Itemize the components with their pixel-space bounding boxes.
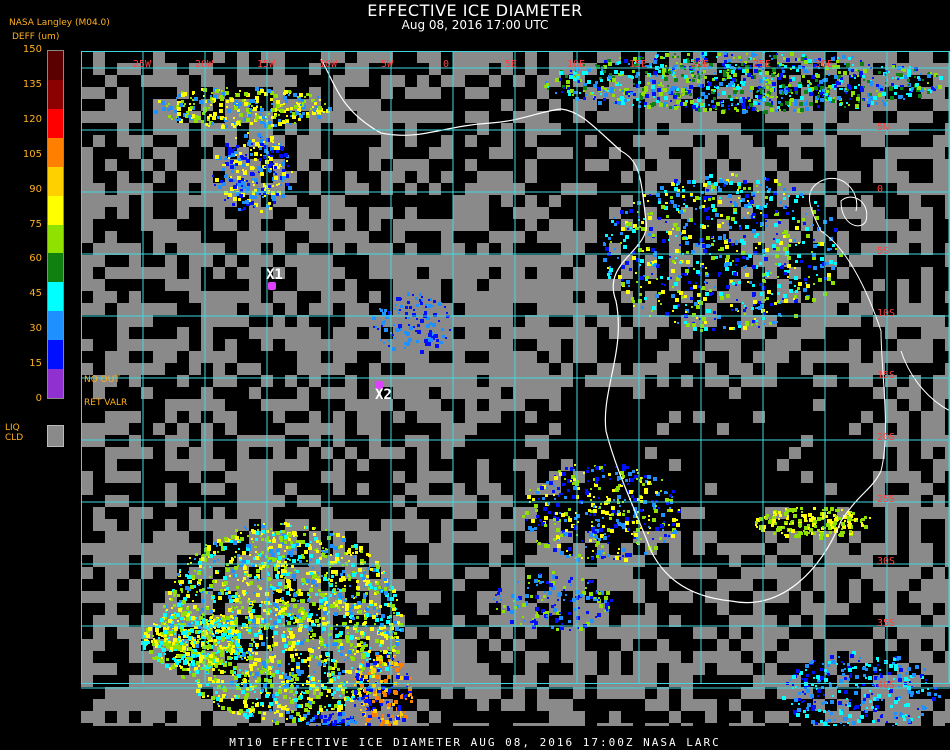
latitude-label: 10S [877, 308, 896, 319]
color-bar-tick: 15 [29, 358, 42, 370]
longitude-label: 15W [257, 59, 276, 70]
longitude-label: 30E [815, 59, 834, 70]
latitude-label: 5N [877, 122, 890, 133]
color-bar-tick: 135 [22, 78, 42, 90]
latitude-label: 35S [877, 618, 896, 629]
units-label: DEFF (um) [12, 32, 60, 42]
liq-label: LIQ [5, 423, 20, 433]
color-bar [47, 50, 64, 399]
chart-subtitle: Aug 08, 2016 17:00 UTC [401, 18, 549, 32]
color-bar-segment [48, 340, 63, 370]
color-bar-segment [48, 253, 63, 283]
color-bar-tick: 75 [29, 218, 42, 230]
latitude-label: 25S [877, 494, 896, 505]
color-bar-segment [48, 282, 63, 312]
longitude-label: 10E [567, 59, 586, 70]
footer-caption: MT10 EFFECTIVE ICE DIAMETER AUG 08, 2016… [229, 736, 721, 749]
color-bar-tick: 120 [22, 113, 42, 125]
liq-cld-label: LIQ CLD [5, 423, 23, 443]
no-out-label: NO OUT [84, 375, 120, 385]
color-bar-segment [48, 137, 63, 167]
longitude-label: 0 [443, 59, 450, 70]
latitude-label: 15S [877, 370, 896, 381]
color-bar-segment [48, 195, 63, 225]
latitude-label: 20S [877, 432, 896, 443]
color-bar-segment [48, 369, 63, 399]
longitude-label: 20W [195, 59, 214, 70]
marker-x2-label: X2 [375, 387, 392, 403]
ret-valr-label: RET VALR [84, 398, 128, 408]
credit-label: NASA Langley (M04.0) [9, 18, 110, 28]
color-bar-tick: 45 [29, 288, 42, 300]
latitude-label: 40S [877, 680, 896, 691]
color-bar-segment [48, 51, 63, 80]
color-bar-tick: 90 [29, 183, 42, 195]
color-bar-tick: 105 [22, 148, 42, 160]
latitude-label: 30S [877, 556, 896, 567]
color-bar-segment [48, 108, 63, 138]
latitude-label: 5S [877, 246, 890, 257]
latitude-label: 0 [877, 184, 884, 195]
color-bar-segment [48, 166, 63, 196]
longitude-label: 5E [505, 59, 518, 70]
color-bar-tick: 0 [35, 393, 42, 404]
color-bar-segment [48, 79, 63, 109]
longitude-label: 25W [133, 59, 152, 70]
longitude-label: 20E [691, 59, 710, 70]
longitude-label: 25E [753, 59, 772, 70]
color-bar-tick: 60 [29, 253, 42, 265]
longitude-label: 5W [381, 59, 394, 70]
map-panel: NO OUT RET VALR X1 X2 25W 20W 15W 10W 5W 0 5E 1… [81, 51, 950, 726]
lat-lon-grid [81, 51, 950, 689]
marker-x1-label: X1 [266, 267, 283, 283]
color-bar-segment [48, 311, 63, 341]
cld-label: CLD [5, 433, 24, 443]
longitude-label: 10W [319, 59, 338, 70]
color-bar-segment [48, 224, 63, 254]
marker-x1-dot [268, 282, 276, 290]
liq-cld-swatch [47, 425, 64, 447]
color-bar-tick: 150 [22, 44, 42, 55]
color-bar-tick: 30 [29, 323, 42, 335]
longitude-label: 15E [629, 59, 648, 70]
